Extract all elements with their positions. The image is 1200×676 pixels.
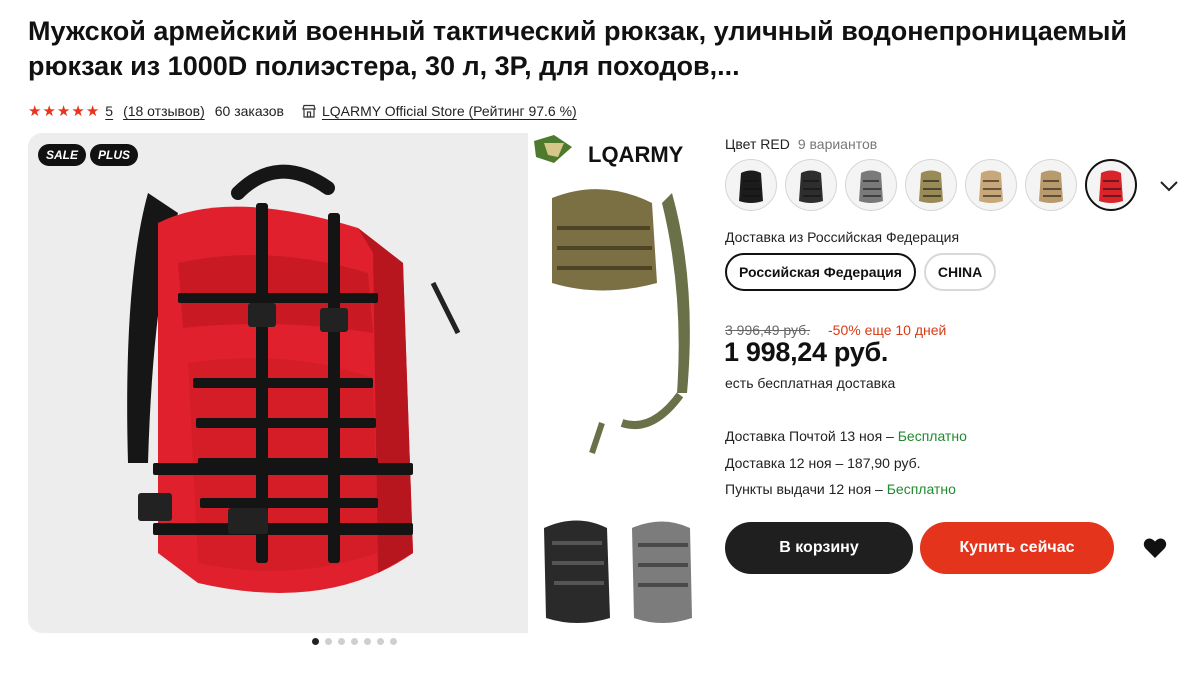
lqarmy-collage-image: LQARMY [534, 135, 692, 623]
product-meta: ★ ★ ★ ★ ★ 5 (18 отзывов) 60 заказов LQAR… [28, 100, 577, 122]
star-icon: ★ [85, 102, 100, 120]
delivery-row-post: Доставка Почтой 13 ноя – Бесплатно [725, 428, 967, 444]
star-icon: ★ [56, 102, 71, 120]
product-title: Мужской армейский военный тактический рю… [28, 16, 1127, 81]
star-icon: ★ [71, 102, 85, 120]
discount-label: -50% еще 10 дней [828, 322, 947, 338]
backpack-thumbnail-icon [739, 170, 763, 203]
variants-count: 9 вариантов [797, 136, 878, 152]
plus-badge: PLUS [90, 144, 139, 166]
ship-from-label: Доставка из Российская Федерация [725, 229, 960, 245]
orders-count: 60 заказов [214, 103, 284, 119]
delivery-row-pickup: Пункты выдачи 12 ноя – Бесплатно [725, 481, 956, 497]
sale-badge: SALE [38, 144, 87, 166]
color-swatches [725, 159, 1137, 211]
color-swatch-black-camo[interactable] [785, 159, 837, 211]
gallery-dot[interactable] [364, 638, 371, 645]
color-swatch-olive[interactable] [905, 159, 957, 211]
delivery-row-courier: Доставка 12 ноя – 187,90 руб. [725, 454, 921, 471]
gallery-dot[interactable] [377, 638, 384, 645]
color-swatch-red[interactable] [1085, 159, 1137, 211]
selected-color: Цвет RED [725, 136, 790, 152]
heart-icon[interactable] [1143, 537, 1167, 559]
color-label: Цвет RED 9 вариантов [725, 136, 877, 152]
ship-from-options: Российская Федерация CHINA [725, 253, 997, 291]
chevron-down-icon[interactable] [1157, 176, 1181, 196]
current-price: 1 998,24 руб. [724, 337, 889, 367]
free-shipping-note: есть бесплатная доставка [725, 375, 896, 391]
rating-stars: ★ ★ ★ ★ ★ [28, 104, 99, 119]
color-swatch-grey[interactable] [845, 159, 897, 211]
store-link[interactable]: LQARMY Official Store (Рейтинг 97.6 %) [322, 103, 577, 119]
store-icon [302, 104, 316, 118]
red-backpack-image [127, 164, 461, 593]
ship-option-china[interactable]: CHINA [923, 253, 997, 291]
backpack-thumbnail-icon [979, 170, 1003, 203]
star-icon: ★ [28, 102, 42, 120]
reviews-link[interactable]: (18 отзывов) [123, 103, 205, 119]
color-swatch-desert-camo[interactable] [965, 159, 1017, 211]
old-price: 3 996,49 руб. [725, 322, 811, 338]
lqarmy-logo-icon [534, 135, 572, 163]
backpack-thumbnail-icon [799, 170, 823, 203]
color-swatch-tan-camo[interactable] [1025, 159, 1077, 211]
gallery-dot[interactable] [325, 638, 332, 645]
add-to-cart-button[interactable]: В корзину [725, 522, 913, 574]
watermark-text: LQARMY [588, 142, 684, 167]
delivery-price: 187,90 руб. [847, 454, 921, 471]
gallery-pagination [312, 638, 397, 645]
gallery-dot[interactable] [338, 638, 345, 645]
delivery-price: Бесплатно [886, 481, 956, 497]
gallery-dot[interactable] [312, 638, 319, 645]
gallery-dot[interactable] [351, 638, 358, 645]
ship-option-russia[interactable]: Российская Федерация [725, 253, 916, 291]
color-swatch-black[interactable] [725, 159, 777, 211]
delivery-price: Бесплатно [897, 428, 967, 444]
star-icon: ★ [42, 102, 56, 120]
main-product-image[interactable]: SALE PLUS [28, 133, 528, 633]
gallery-dot[interactable] [390, 638, 397, 645]
secondary-product-image[interactable]: LQARMY [532, 133, 695, 633]
delivery-options: Доставка Почтой 13 ноя – Бесплатно Доста… [725, 423, 967, 503]
backpack-thumbnail-icon [859, 170, 883, 203]
promo-badges: SALE PLUS [38, 144, 139, 166]
backpack-thumbnail-icon [1099, 170, 1123, 203]
backpack-thumbnail-icon [919, 170, 943, 203]
rating-value[interactable]: 5 [105, 103, 113, 119]
buy-now-button[interactable]: Купить сейчас [920, 522, 1114, 574]
backpack-thumbnail-icon [1039, 170, 1063, 203]
